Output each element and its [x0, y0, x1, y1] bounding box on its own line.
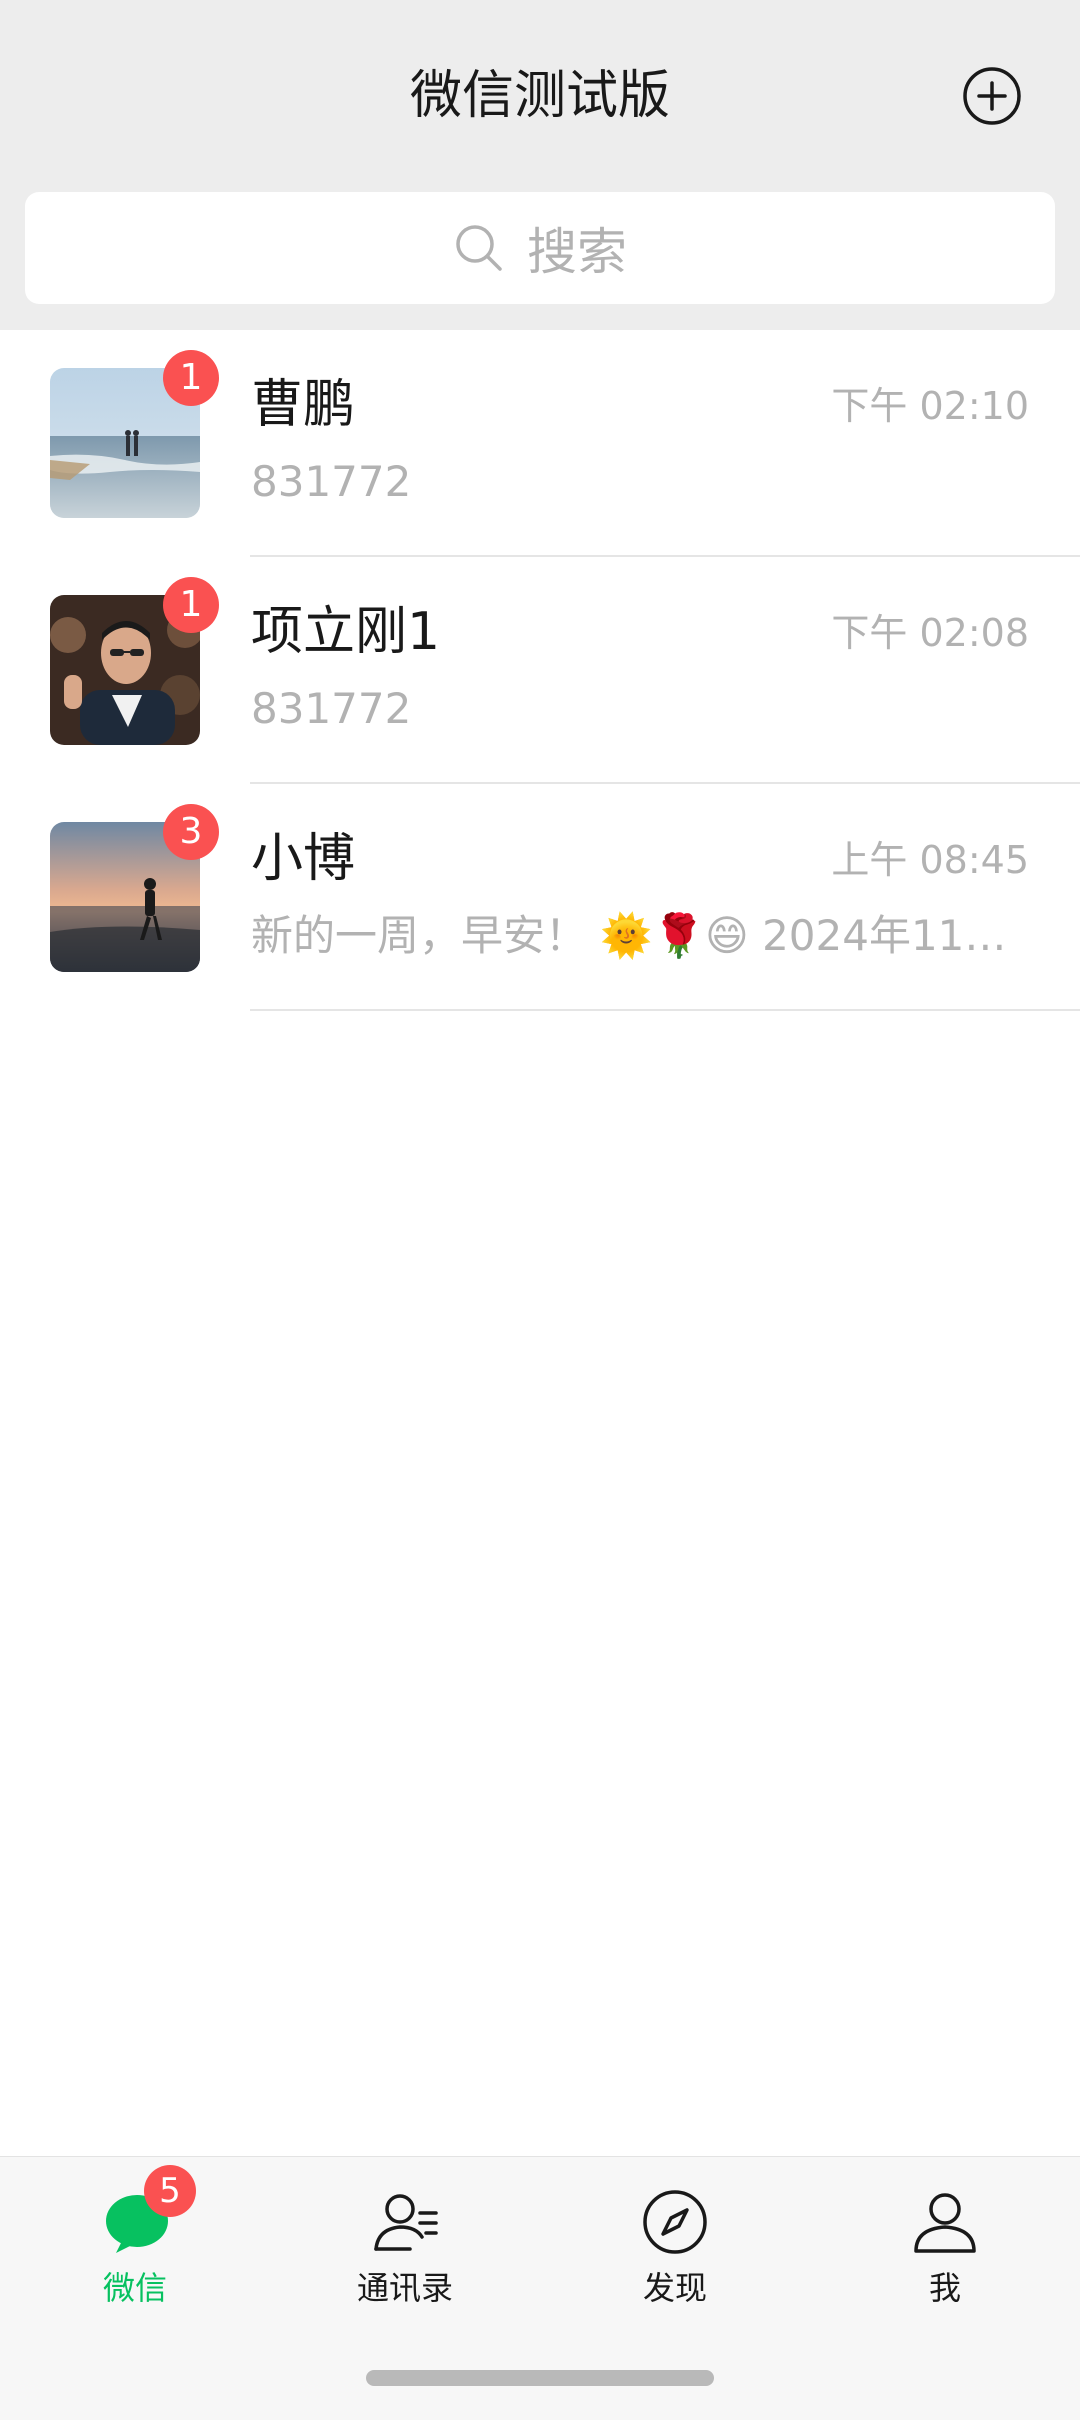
search-placeholder: 搜索: [527, 223, 627, 281]
page-title: 微信测试版: [409, 66, 670, 126]
message-preview: 831772: [251, 684, 412, 733]
message-preview: 831772: [251, 457, 412, 506]
tab-chats[interactable]: 5 微信: [0, 2157, 270, 2337]
message-time: 上午 08:45: [831, 838, 1029, 882]
contact-name: 项立刚1: [251, 602, 441, 662]
tab-me[interactable]: 我: [810, 2157, 1080, 2337]
plus-circle-icon[interactable]: [962, 66, 1022, 126]
tab-contacts[interactable]: 通讯录: [270, 2157, 540, 2337]
compass-icon: [643, 2190, 707, 2254]
message-time: 下午 02:10: [831, 384, 1029, 428]
top-header: 微信测试版 搜索: [0, 0, 1080, 330]
home-indicator[interactable]: [366, 2370, 714, 2386]
contact-name: 小博: [251, 829, 356, 889]
unread-badge: 3: [163, 804, 219, 860]
message-preview: 新的一周，早安！ 🌞🌹😄 2024年11…: [251, 911, 1007, 960]
tab-discover[interactable]: 发现: [540, 2157, 810, 2337]
divider: [250, 1009, 1080, 1011]
search-icon: [456, 225, 502, 271]
unread-badge: 5: [144, 2165, 196, 2217]
contacts-icon: [374, 2194, 438, 2251]
contact-name: 曹鹏: [251, 375, 356, 435]
chat-row-caopeng[interactable]: 1 曹鹏 下午 02:10 831772: [0, 330, 1080, 557]
search-input[interactable]: 搜索: [25, 192, 1055, 304]
tab-label: 我: [928, 2269, 961, 2307]
unread-badge: 1: [163, 350, 219, 406]
tab-label: 微信: [102, 2269, 167, 2307]
unread-badge: 1: [163, 577, 219, 633]
chat-row-xianglig[interactable]: 1 项立刚1 下午 02:08 831772: [0, 557, 1080, 784]
chat-list: 1 曹鹏 下午 02:10 831772 1 项立刚1 下午 02:08 831…: [0, 330, 1080, 1011]
chat-row-xiaobo[interactable]: 3 小博 上午 08:45 新的一周，早安！ 🌞🌹😄 2024年11…: [0, 784, 1080, 1011]
tab-label: 通讯录: [356, 2269, 453, 2307]
person-icon: [914, 2193, 976, 2253]
message-time: 下午 02:08: [831, 611, 1029, 655]
tab-label: 发现: [642, 2269, 707, 2307]
